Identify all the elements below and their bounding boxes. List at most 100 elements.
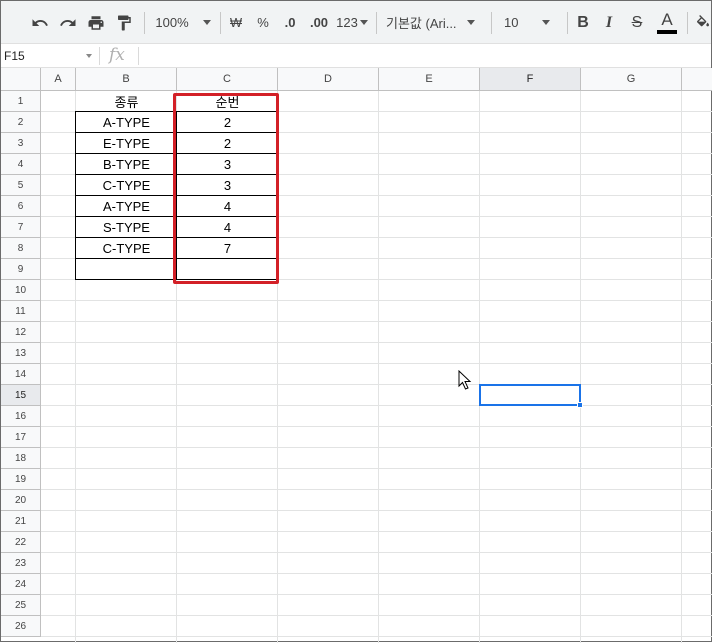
font-size-select[interactable]: 10 — [498, 1, 558, 44]
row-header-2[interactable]: 2 — [1, 112, 41, 133]
gridline — [41, 300, 712, 301]
gridline — [41, 552, 712, 553]
column-header-f[interactable]: F — [480, 68, 581, 91]
fill-color-icon[interactable] — [693, 1, 712, 44]
paint-format-icon[interactable] — [112, 1, 136, 44]
font-family-select[interactable]: 기본값 (Ari... — [386, 1, 482, 44]
gridline — [41, 531, 712, 532]
chevron-down-icon — [202, 20, 211, 25]
gridline — [41, 636, 712, 637]
fill-handle[interactable] — [577, 402, 583, 408]
bold-button[interactable]: B — [573, 1, 593, 44]
cell-type-value[interactable]: A-TYPE — [76, 112, 177, 133]
chevron-down-icon — [542, 20, 551, 25]
row-header-7[interactable]: 7 — [1, 217, 41, 238]
currency-format-button[interactable]: ₩ — [226, 1, 246, 44]
row-header-13[interactable]: 13 — [1, 343, 41, 364]
row-header-4[interactable]: 4 — [1, 154, 41, 175]
row-header-25[interactable]: 25 — [1, 595, 41, 616]
cell-b1-header[interactable]: 종류 — [76, 91, 177, 112]
print-icon[interactable] — [84, 1, 108, 44]
mouse-cursor-icon — [458, 370, 472, 390]
gridline — [41, 321, 712, 322]
row-header-15[interactable]: 15 — [1, 385, 41, 406]
formula-input[interactable] — [144, 46, 704, 66]
cell-type-value[interactable]: A-TYPE — [76, 196, 177, 217]
chevron-down-icon — [359, 20, 368, 25]
cell-type-value[interactable]: E-TYPE — [76, 133, 177, 154]
column-header-g[interactable]: G — [581, 68, 682, 91]
gridline — [41, 468, 712, 469]
toolbar-divider — [220, 12, 221, 34]
chevron-down-icon — [466, 20, 475, 25]
row-header-6[interactable]: 6 — [1, 196, 41, 217]
gridline — [41, 447, 712, 448]
row-header-23[interactable]: 23 — [1, 553, 41, 574]
row-header-19[interactable]: 19 — [1, 469, 41, 490]
column-header-extra[interactable] — [682, 68, 712, 91]
cell-type-value[interactable]: B-TYPE — [76, 154, 177, 175]
row-header-10[interactable]: 10 — [1, 280, 41, 301]
italic-button[interactable]: I — [599, 1, 619, 44]
gridline — [41, 573, 712, 574]
selected-cell[interactable] — [479, 384, 581, 406]
row-header-9[interactable]: 9 — [1, 259, 41, 280]
name-box[interactable]: F15 — [1, 44, 98, 67]
toolbar-divider — [144, 12, 145, 34]
column-header-a[interactable]: A — [41, 68, 76, 91]
row-header-24[interactable]: 24 — [1, 574, 41, 595]
decrease-decimal-button[interactable]: .0 — [279, 1, 301, 44]
cell-type-value[interactable]: C-TYPE — [76, 175, 177, 196]
row-header-11[interactable]: 11 — [1, 301, 41, 322]
row-header-17[interactable]: 17 — [1, 427, 41, 448]
row-header-1[interactable]: 1 — [1, 91, 41, 112]
row-header-16[interactable]: 16 — [1, 406, 41, 427]
row-header-14[interactable]: 14 — [1, 364, 41, 385]
formula-divider — [138, 47, 139, 65]
column-header-b[interactable]: B — [76, 68, 177, 91]
row-header-5[interactable]: 5 — [1, 175, 41, 196]
row-header-8[interactable]: 8 — [1, 238, 41, 259]
select-all-corner[interactable] — [1, 68, 41, 91]
gridline — [41, 594, 712, 595]
gridline — [41, 363, 712, 364]
toolbar-divider — [491, 12, 492, 34]
gridline — [41, 342, 712, 343]
percent-format-button[interactable]: % — [253, 1, 273, 44]
increase-decimal-button[interactable]: .00 — [306, 1, 332, 44]
gridline — [41, 615, 712, 616]
zoom-select[interactable]: 100% — [153, 1, 213, 44]
gridline — [41, 510, 712, 511]
column-header-e[interactable]: E — [379, 68, 480, 91]
gridline — [378, 91, 379, 643]
gridline — [41, 384, 712, 385]
undo-icon[interactable] — [28, 1, 52, 44]
toolbar-divider — [567, 12, 568, 34]
gridline — [41, 405, 712, 406]
text-color-swatch — [657, 29, 677, 34]
row-header-3[interactable]: 3 — [1, 133, 41, 154]
row-header-20[interactable]: 20 — [1, 490, 41, 511]
more-formats-button[interactable]: 123 — [335, 1, 369, 44]
fx-icon: fx — [109, 45, 125, 65]
row-header-21[interactable]: 21 — [1, 511, 41, 532]
toolbar: 100% ₩ % .0 .00 123 기본값 (Ari... 10 B I S… — [1, 1, 711, 44]
gridline — [681, 91, 682, 643]
formula-divider — [99, 47, 100, 65]
text-color-button[interactable]: A — [655, 1, 679, 44]
column-header-d[interactable]: D — [278, 68, 379, 91]
strikethrough-button[interactable]: S — [627, 1, 647, 44]
gridline — [41, 489, 712, 490]
gridline — [580, 91, 581, 643]
cell-type-value[interactable]: S-TYPE — [76, 217, 177, 238]
toolbar-divider — [687, 12, 688, 34]
row-header-12[interactable]: 12 — [1, 322, 41, 343]
formula-bar: F15 fx — [1, 44, 711, 68]
cell-type-value[interactable]: C-TYPE — [76, 238, 177, 259]
row-header-18[interactable]: 18 — [1, 448, 41, 469]
row-header-22[interactable]: 22 — [1, 532, 41, 553]
column-header-c[interactable]: C — [177, 68, 278, 91]
toolbar-divider — [376, 12, 377, 34]
redo-icon[interactable] — [56, 1, 80, 44]
row-header-26[interactable]: 26 — [1, 616, 41, 637]
